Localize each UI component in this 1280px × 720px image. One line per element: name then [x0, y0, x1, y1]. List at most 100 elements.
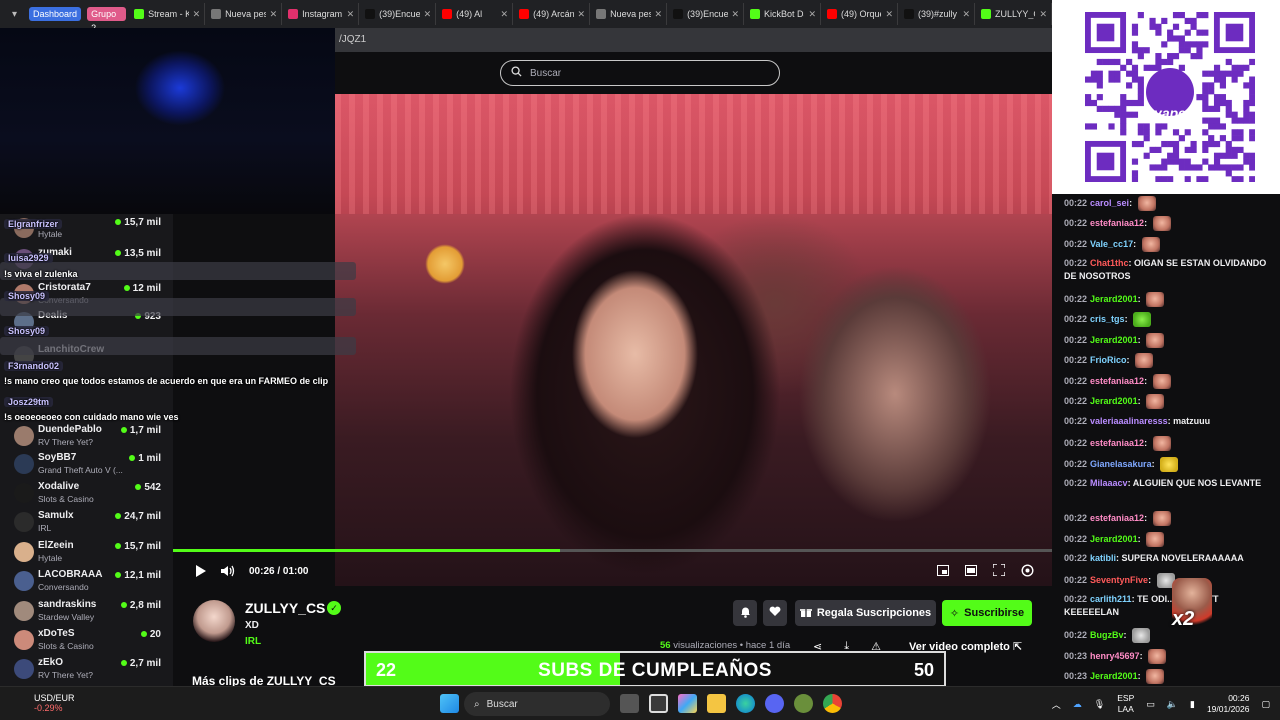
like-button[interactable]: [763, 600, 787, 626]
chat-username[interactable]: carol_sei: [1090, 198, 1129, 208]
chrome-icon[interactable]: [823, 694, 842, 713]
chat-username[interactable]: BugzBv: [1090, 630, 1124, 640]
sidebar-item[interactable]: Xodalive Slots & Casino 542: [10, 479, 165, 507]
chat-username[interactable]: Jerard2001: [1090, 335, 1138, 345]
qr-module: [1143, 135, 1150, 142]
close-icon[interactable]: ✕: [270, 9, 278, 20]
channel-avatar[interactable]: [193, 600, 235, 642]
subscribe-button[interactable]: ✧ Suscribirse: [942, 600, 1032, 626]
file-explorer-icon[interactable]: [707, 694, 726, 713]
taskbar-search[interactable]: ⌕ Buscar: [464, 692, 610, 716]
chat-username[interactable]: Jerard2001: [1090, 671, 1138, 681]
battery-icon[interactable]: ▮: [1190, 699, 1195, 710]
browser-tab[interactable]: (49) Orque ✕: [823, 3, 899, 25]
chat-username[interactable]: katibli: [1090, 553, 1116, 563]
video-progress-bar[interactable]: [173, 549, 1052, 552]
market-widget[interactable]: USD/EUR -0.29%: [14, 693, 75, 713]
chat-timestamp: 00:22: [1064, 553, 1088, 563]
chat-username[interactable]: Milaaacv: [1090, 478, 1128, 488]
close-icon[interactable]: ✕: [962, 9, 970, 20]
chat-username[interactable]: estefaniaa12: [1090, 376, 1144, 386]
sidebar-item[interactable]: SoyBB7 Grand Theft Auto V (... 1 mil: [10, 450, 165, 478]
browser-tab[interactable]: (39)Encuen ✕: [361, 3, 437, 25]
sidebar-item[interactable]: sandraskins Stardew Valley 2,8 mil: [10, 597, 165, 625]
channel-name[interactable]: ZULLYY_CS: [245, 600, 325, 616]
chat-username[interactable]: henry45697: [1090, 651, 1140, 661]
browser-tab[interactable]: (39)#zully ✕: [900, 3, 975, 25]
browser-tab[interactable]: (39)Encuen ✕: [669, 3, 745, 25]
chat-username[interactable]: SeventynFive: [1090, 575, 1148, 585]
sidebar-item[interactable]: xDoTeS Slots & Casino 20: [10, 626, 165, 654]
edge-icon[interactable]: [736, 694, 755, 713]
tab-group-chip[interactable]: Grupo 2: [87, 7, 127, 33]
chat-username[interactable]: FrioRico: [1090, 355, 1127, 365]
theater-mode-icon[interactable]: [964, 563, 978, 577]
address-bar-fragment[interactable]: /JQZ1: [335, 28, 1052, 52]
chat-username[interactable]: cris_tgs: [1090, 314, 1125, 324]
browser-tab[interactable]: Nueva pest ✕: [207, 3, 283, 25]
clock[interactable]: 00:26 19/01/2026: [1207, 693, 1250, 715]
sidebar-item[interactable]: DuendePablo RV There Yet? 1,7 mil: [10, 422, 165, 450]
clip-video[interactable]: [335, 94, 1052, 586]
chat-username[interactable]: Jerard2001: [1090, 294, 1138, 304]
chat-message: 00:22 BugzBv:: [1064, 628, 1274, 643]
windows-start-icon[interactable]: [440, 694, 459, 713]
chat-username[interactable]: Vale_cc17: [1090, 239, 1133, 249]
chat-username[interactable]: Gianelasakura: [1090, 459, 1152, 469]
close-icon[interactable]: ✕: [578, 9, 586, 20]
notify-button[interactable]: [733, 600, 757, 626]
close-icon[interactable]: ✕: [501, 9, 509, 20]
tab-search-icon[interactable]: ▾: [4, 3, 25, 25]
chat-username[interactable]: Jerard2001: [1090, 396, 1138, 406]
tab-group-chip[interactable]: Dashboard: [29, 7, 82, 21]
chat-username[interactable]: estefaniaa12: [1090, 513, 1144, 523]
copilot-icon[interactable]: [678, 694, 697, 713]
close-icon[interactable]: ✕: [193, 9, 201, 20]
play-icon[interactable]: [193, 564, 207, 578]
browser-tab[interactable]: (49) Arcáng ✕: [515, 3, 591, 25]
close-icon[interactable]: ✕: [808, 9, 816, 20]
chat-message: 00:22 SeventynFive:: [1064, 573, 1274, 588]
close-icon[interactable]: ✕: [655, 9, 663, 20]
browser-tab[interactable]: Stream - Ki ✕: [130, 3, 206, 25]
close-icon[interactable]: ✕: [885, 9, 893, 20]
tray-chevron-icon[interactable]: ︿: [1052, 698, 1061, 711]
chat-username[interactable]: carlith211: [1090, 594, 1132, 604]
chat-username[interactable]: estefaniaa12: [1090, 218, 1144, 228]
microphone-icon[interactable]: 🎙: [1094, 699, 1105, 710]
close-icon[interactable]: ✕: [424, 9, 432, 20]
browser-tab[interactable]: (49) Al ✕: [438, 3, 514, 25]
network-icon[interactable]: ▭: [1146, 699, 1155, 710]
gift-subs-button[interactable]: Regala Suscripciones: [795, 600, 936, 626]
browser-tab[interactable]: KickBot Da ✕: [746, 3, 822, 25]
miniplayer-icon[interactable]: [936, 563, 950, 577]
close-icon[interactable]: ✕: [347, 9, 355, 20]
onedrive-icon[interactable]: ☁: [1073, 699, 1082, 710]
settings-icon[interactable]: [1020, 563, 1034, 577]
emote-face-icon: [1146, 292, 1165, 307]
channel-category[interactable]: IRL: [245, 636, 261, 647]
volume-icon[interactable]: [221, 564, 235, 578]
chat-username[interactable]: valeriaaalinaresss: [1090, 416, 1168, 426]
search-input[interactable]: Buscar: [500, 60, 780, 86]
close-icon[interactable]: ✕: [732, 9, 740, 20]
sidebar-item[interactable]: zEkO RV There Yet? 2,7 mil: [10, 655, 165, 683]
sidebar-item[interactable]: ElZeein Hytale 15,7 mil: [10, 538, 165, 566]
volume-tray-icon[interactable]: 🔈: [1167, 699, 1178, 710]
fullscreen-icon[interactable]: [992, 563, 1006, 577]
browser-tab[interactable]: Nueva pest ✕: [592, 3, 668, 25]
close-icon[interactable]: ✕: [1039, 9, 1047, 20]
browser-tab[interactable]: Instagram ✕: [284, 3, 360, 25]
sidebar-item[interactable]: LACOBRAAA Conversando 12,1 mil: [10, 567, 165, 595]
app-icon-green[interactable]: [794, 694, 813, 713]
browser-tab[interactable]: ZULLYY_CS ✕: [977, 3, 1052, 25]
store-icon[interactable]: [649, 694, 668, 713]
sidebar-item[interactable]: Samulx IRL 24,7 mil: [10, 508, 165, 536]
task-view-icon[interactable]: [620, 694, 639, 713]
chat-username[interactable]: estefaniaa12: [1090, 438, 1144, 448]
discord-icon[interactable]: [765, 694, 784, 713]
chat-username[interactable]: Chat1thc: [1090, 258, 1129, 268]
notification-icon[interactable]: ▢: [1261, 699, 1270, 710]
chat-username[interactable]: Jerard2001: [1090, 534, 1138, 544]
language-indicator[interactable]: ESP LAA: [1117, 693, 1134, 715]
